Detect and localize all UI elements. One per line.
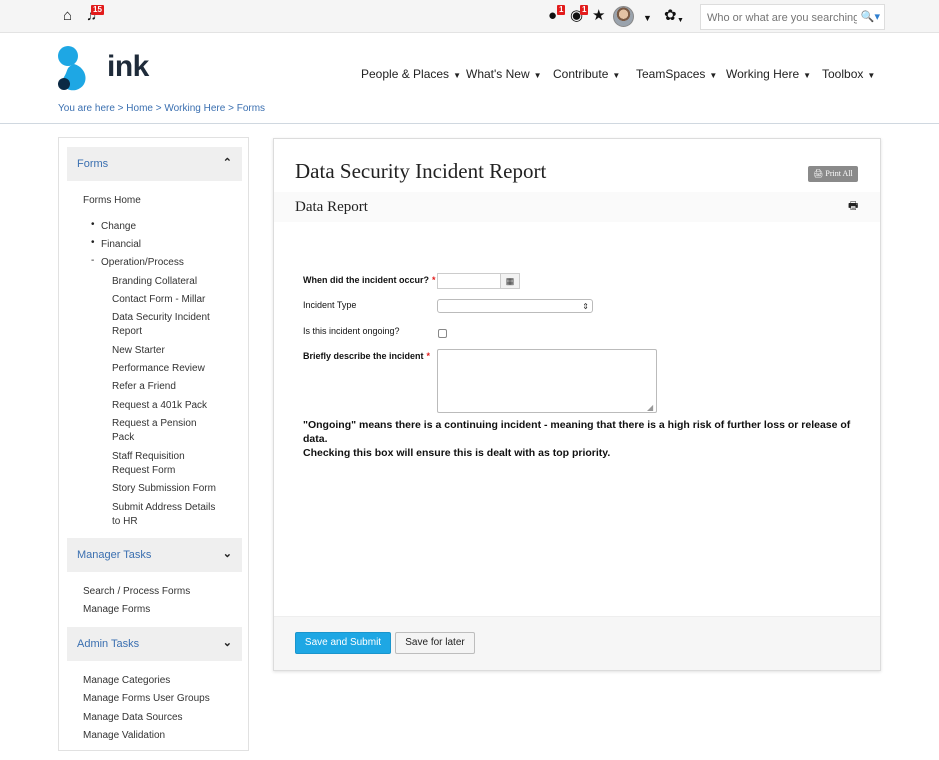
sidebar-item-forms-home[interactable]: Forms Home (83, 194, 141, 208)
caret-down-icon: ▼ (453, 71, 461, 80)
sidebar-header-label: Forms (77, 158, 109, 170)
search-input[interactable] (707, 9, 857, 26)
nav-label: Toolbox (822, 67, 864, 81)
nav-contribute[interactable]: Contribute ▼ (553, 67, 620, 81)
sidebar-category-change[interactable]: Change (101, 220, 136, 234)
sidebar-item-staff-req[interactable]: Staff Requisition (112, 450, 185, 464)
print-all-label: Print All (825, 169, 853, 178)
nav-toolbox[interactable]: Toolbox ▼ (822, 67, 875, 81)
watch-badge: 1 (580, 5, 589, 15)
nav-label: What's New (466, 67, 530, 81)
sidebar-item-search-process[interactable]: Search / Process Forms (83, 585, 190, 599)
sidebar-manager-header[interactable]: Manager Tasks ⌄ (67, 538, 242, 572)
sidebar-header-label: Admin Tasks (77, 638, 140, 650)
brand-name: ink (107, 50, 149, 83)
sidebar-item-performance[interactable]: Performance Review (112, 362, 205, 376)
incident-type-select[interactable]: ⇕ (437, 299, 593, 313)
sidebar-category-financial[interactable]: Financial (101, 238, 141, 252)
select-arrows-icon: ⇕ (582, 302, 589, 311)
nav-label: Contribute (553, 67, 609, 81)
ongoing-label: Is this incident ongoing? (303, 326, 400, 336)
nav-label: Working Here (726, 67, 800, 81)
print-icon[interactable]: 🖶 (848, 197, 858, 216)
sidebar-item-data-sources[interactable]: Manage Data Sources (83, 711, 183, 725)
nav-label: TeamSpaces (636, 67, 706, 81)
ongoing-checkbox[interactable] (438, 329, 447, 338)
chevron-down-icon: ⌄ (222, 548, 232, 560)
nav-teamspaces[interactable]: TeamSpaces ▼ (636, 67, 717, 81)
describe-label: Briefly describe the incident * (303, 351, 430, 361)
describe-textarea[interactable] (437, 349, 657, 413)
required-mark: * (432, 275, 436, 285)
nav-people-places[interactable]: People & Places ▼ (361, 67, 461, 81)
sidebar-item-story[interactable]: Story Submission Form (112, 482, 216, 496)
date-label-text: When did the incident occur? (303, 275, 429, 285)
sidebar-item-pension-cont[interactable]: Pack (112, 431, 134, 445)
gear-icon[interactable]: ✿ (664, 7, 677, 25)
expand-icon[interactable]: • (91, 219, 95, 230)
save-and-submit-button[interactable]: Save and Submit (295, 632, 391, 654)
chevron-down-icon: ⌄ (222, 637, 232, 649)
resize-grip-icon[interactable]: ◢ (647, 403, 653, 412)
header-divider (0, 123, 939, 124)
sidebar-item-branding[interactable]: Branding Collateral (112, 275, 197, 289)
sidebar-item-401k[interactable]: Request a 401k Pack (112, 399, 207, 413)
breadcrumb[interactable]: You are here > Home > Working Here > For… (58, 103, 265, 114)
sidebar-item-refer[interactable]: Refer a Friend (112, 380, 176, 394)
sidebar-item-staff-req-cont[interactable]: Request Form (112, 464, 175, 478)
nav-label: People & Places (361, 67, 450, 81)
star-icon[interactable]: ★ (592, 7, 605, 25)
sidebar-item-manage-forms[interactable]: Manage Forms (83, 603, 150, 617)
top-utility-bar: ⌂ ♫ 15 ● 1 ◉ 1 ★ ▼ ✿ ▼ 🔍▾ (0, 0, 939, 33)
sidebar-forms-header[interactable]: Forms ⌃ (67, 147, 242, 181)
notification-badge: 15 (91, 5, 104, 15)
sidebar-item-data-security[interactable]: Data Security Incident (112, 311, 210, 325)
sidebar: Forms ⌃ Forms Home • Change • Financial … (58, 137, 249, 751)
caret-down-icon: ▼ (803, 71, 812, 80)
collapse-icon[interactable]: - (91, 255, 94, 266)
calendar-icon[interactable]: ▦ (500, 273, 520, 289)
sidebar-admin-header[interactable]: Admin Tasks ⌄ (67, 627, 242, 661)
search-icon[interactable]: 🔍▾ (861, 10, 880, 23)
avatar[interactable] (613, 6, 634, 27)
nav-working-here[interactable]: Working Here ▼ (726, 67, 811, 81)
avatar-dropdown-icon[interactable]: ▼ (643, 9, 652, 27)
home-icon[interactable]: ⌂ (63, 7, 72, 25)
caret-down-icon: ▼ (533, 71, 542, 80)
sidebar-item-address-cont[interactable]: to HR (112, 515, 138, 529)
sidebar-item-user-groups[interactable]: Manage Forms User Groups (83, 692, 210, 706)
date-input[interactable] (437, 273, 501, 289)
search-box: 🔍▾ (700, 4, 885, 30)
form-card: Data Security Incident Report 🖨 Print Al… (273, 138, 881, 671)
caret-down-icon: ▼ (709, 71, 718, 80)
gear-dropdown-icon[interactable]: ▼ (677, 12, 684, 30)
sidebar-header-label: Manager Tasks (77, 549, 152, 561)
caret-down-icon: ▼ (867, 71, 876, 80)
ongoing-note: "Ongoing" means there is a continuing in… (303, 418, 868, 460)
sidebar-item-data-security-cont[interactable]: Report (112, 325, 142, 339)
nav-whats-new[interactable]: What's New ▼ (466, 67, 542, 81)
note-line: Checking this box will ensure this is de… (303, 447, 611, 459)
sidebar-item-categories[interactable]: Manage Categories (83, 674, 170, 688)
sidebar-item-new-starter[interactable]: New Starter (112, 344, 165, 358)
date-label: When did the incident occur? * (303, 275, 436, 285)
section-title: Data Report (295, 199, 368, 215)
sidebar-item-pension[interactable]: Request a Pension (112, 417, 197, 431)
incident-type-label: Incident Type (303, 300, 357, 310)
note-line: "Ongoing" means there is a continuing in… (303, 419, 851, 445)
required-mark: * (426, 351, 431, 361)
page-title: Data Security Incident Report (295, 159, 547, 183)
save-for-later-button[interactable]: Save for later (395, 632, 475, 654)
print-all-button[interactable]: 🖨 Print All (808, 166, 858, 182)
alert-icon[interactable]: ● (548, 7, 557, 25)
sidebar-item-address[interactable]: Submit Address Details (112, 501, 215, 515)
describe-label-text: Briefly describe the incident (303, 351, 424, 361)
chevron-up-icon: ⌃ (222, 157, 232, 169)
expand-icon[interactable]: • (91, 237, 95, 248)
caret-down-icon: ▼ (612, 71, 621, 80)
sidebar-item-validation[interactable]: Manage Validation (83, 729, 165, 743)
alert-badge: 1 (557, 5, 566, 15)
sidebar-category-operation[interactable]: Operation/Process (101, 256, 184, 270)
sidebar-item-contact[interactable]: Contact Form - Millar (112, 293, 205, 307)
